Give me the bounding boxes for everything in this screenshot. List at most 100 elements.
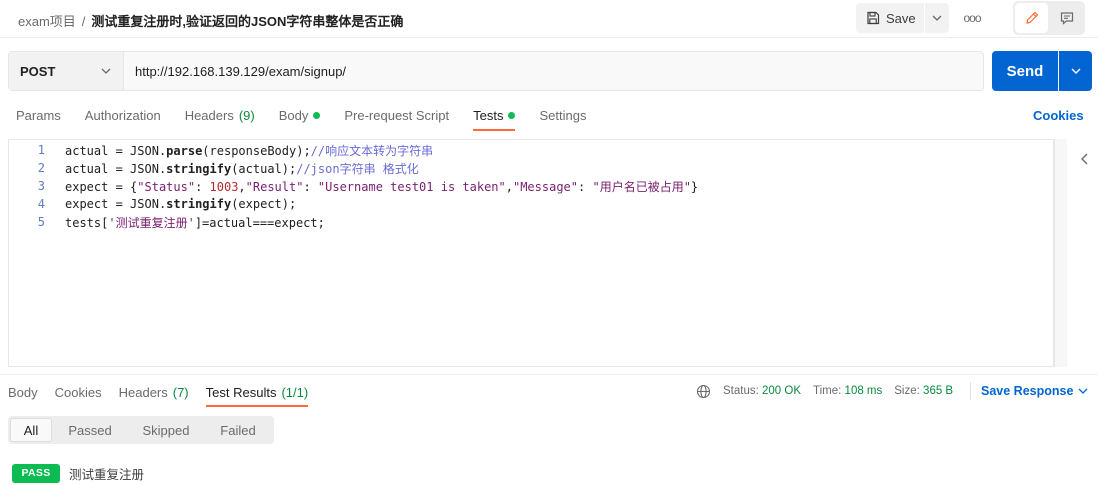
code-comment: //json字符串 格式化 <box>296 161 419 176</box>
code-string: '测试重复注册' <box>108 215 195 230</box>
test-result-row: PASS 测试重复注册 <box>12 463 144 483</box>
code-token: parse <box>166 143 203 158</box>
globe-icon[interactable] <box>696 384 711 399</box>
headers-count: (9) <box>238 107 255 123</box>
response-tab-test-results[interactable]: Test Results (1/1) <box>205 377 309 407</box>
pass-badge: PASS <box>12 463 60 483</box>
tab-headers[interactable]: Headers (9) <box>185 100 255 130</box>
send-button[interactable]: Send <box>992 51 1058 91</box>
time-label: Time: <box>813 385 842 397</box>
status-divider <box>970 382 971 400</box>
size-label: Size: <box>894 385 920 397</box>
filter-all[interactable]: All <box>10 418 52 442</box>
code-string: "Message" <box>512 179 579 194</box>
code-line: 1 actual = JSON.parse(responseBody);//响应… <box>9 141 433 159</box>
body-indicator-dot <box>313 111 321 119</box>
tab-label: Body <box>8 384 38 400</box>
tab-label: Body <box>278 107 309 123</box>
comment-icon <box>1060 12 1073 25</box>
code-token: = <box>108 143 131 158</box>
code-token: : <box>303 179 318 194</box>
code-token: expect <box>65 197 109 211</box>
response-tab-headers[interactable]: Headers (7) <box>119 377 189 407</box>
save-label: Save <box>886 10 916 26</box>
code-token: (actual); <box>231 161 297 176</box>
save-button[interactable]: Save <box>856 3 924 33</box>
chevron-down-icon <box>1078 388 1088 394</box>
code-line: 2 actual = JSON.stringify(actual);//json… <box>9 159 419 177</box>
documentation-mode-button[interactable] <box>1050 3 1083 33</box>
tab-prerequest-script[interactable]: Pre-request Script <box>344 100 449 130</box>
tab-tests[interactable]: Tests <box>473 100 516 131</box>
status-info[interactable]: Status: 200 OK <box>723 385 801 397</box>
code-token: JSON. <box>130 197 167 211</box>
request-header: exam项目 / 测试重复注册时,验证返回的JSON字符串整体是否正确 Save o… <box>0 0 1098 38</box>
view-mode-toggle <box>1013 1 1085 35</box>
breadcrumb-collection[interactable]: exam项目 <box>18 14 76 29</box>
code-string: "Username test01 is taken" <box>317 179 506 194</box>
tab-label: Tests <box>473 107 504 123</box>
edit-mode-button[interactable] <box>1015 3 1048 33</box>
code-number: 1003 <box>209 179 239 194</box>
chevron-down-icon <box>101 68 111 74</box>
code-token: actual <box>65 143 109 158</box>
filter-passed[interactable]: Passed <box>52 418 128 442</box>
response-tabs: Body Cookies Headers (7) Test Results (1/1… <box>8 377 308 407</box>
line-number: 3 <box>37 179 45 193</box>
save-response-label: Save Response <box>981 384 1074 398</box>
code-line: 5 tests['测试重复注册']=actual===expect; <box>9 213 325 231</box>
request-tabs: Params Authorization Headers (9) Body Pre… <box>16 100 586 131</box>
url-input[interactable]: http://192.168.139.129/exam/signup/ <box>124 52 346 90</box>
more-options-button[interactable]: ooo <box>960 8 984 28</box>
response-status-bar: Status: 200 OK Time: 108 ms Size: 365 B <box>696 383 953 399</box>
tab-body[interactable]: Body <box>279 100 321 130</box>
code-token: = { <box>108 179 138 194</box>
request-title[interactable]: 测试重复注册时,验证返回的JSON字符串整体是否正确 <box>91 14 403 29</box>
tab-params[interactable]: Params <box>16 100 61 130</box>
filter-skipped[interactable]: Skipped <box>128 418 204 442</box>
response-tab-cookies[interactable]: Cookies <box>55 377 102 407</box>
tab-settings[interactable]: Settings <box>539 100 586 130</box>
code-token: = <box>108 197 131 211</box>
status-label: Status: <box>723 385 759 397</box>
code-token: actual <box>65 161 109 176</box>
code-token: stringify <box>166 161 232 176</box>
save-dropdown-button[interactable] <box>925 3 949 33</box>
test-results-count: (1/1) <box>281 384 309 400</box>
test-results-filter: All Passed Skipped Failed <box>8 416 274 444</box>
chevron-left-icon[interactable] <box>1079 152 1091 166</box>
send-button-group: Send <box>992 51 1092 91</box>
code-token: (responseBody); <box>202 143 311 158</box>
code-line: 4 expect = JSON.stringify(expect); <box>9 195 296 213</box>
cookies-link[interactable]: Cookies <box>1033 108 1084 123</box>
code-text: expect = JSON.stringify(expect); <box>65 197 296 211</box>
save-button-group: Save <box>856 3 949 33</box>
size-value: 365 B <box>923 385 954 397</box>
tab-authorization[interactable]: Authorization <box>85 100 161 130</box>
filter-failed[interactable]: Failed <box>204 418 272 442</box>
method-select[interactable]: POST <box>9 52 124 90</box>
tab-label: Settings <box>539 107 587 123</box>
time-info[interactable]: Time: 108 ms <box>813 385 882 397</box>
code-token: tests[ <box>65 215 109 230</box>
method-label: POST <box>20 63 56 79</box>
status-value: 200 OK <box>762 385 802 397</box>
code-token: (expect); <box>231 197 297 211</box>
response-tab-body[interactable]: Body <box>8 377 38 407</box>
code-token: : <box>578 179 593 194</box>
tests-code-editor[interactable]: 1 actual = JSON.parse(responseBody);//响应… <box>8 139 1054 367</box>
editor-scrollbar[interactable] <box>1054 139 1067 367</box>
code-token: ]=actual===expect; <box>194 215 325 230</box>
code-comment: //响应文本转为字符串 <box>310 143 434 158</box>
code-token: JSON. <box>130 161 167 176</box>
save-icon <box>867 11 880 25</box>
send-dropdown-button[interactable] <box>1059 51 1092 91</box>
line-number: 5 <box>37 215 45 229</box>
code-line: 3 expect = {"Status": 1003,"Result": "Us… <box>9 177 698 195</box>
tab-label: Authorization <box>84 107 161 123</box>
more-icon: ooo <box>963 11 981 25</box>
save-response-button[interactable]: Save Response <box>981 383 1088 399</box>
size-info[interactable]: Size: 365 B <box>894 385 953 397</box>
line-number: 2 <box>37 161 45 175</box>
tab-label: Pre-request Script <box>344 107 450 123</box>
